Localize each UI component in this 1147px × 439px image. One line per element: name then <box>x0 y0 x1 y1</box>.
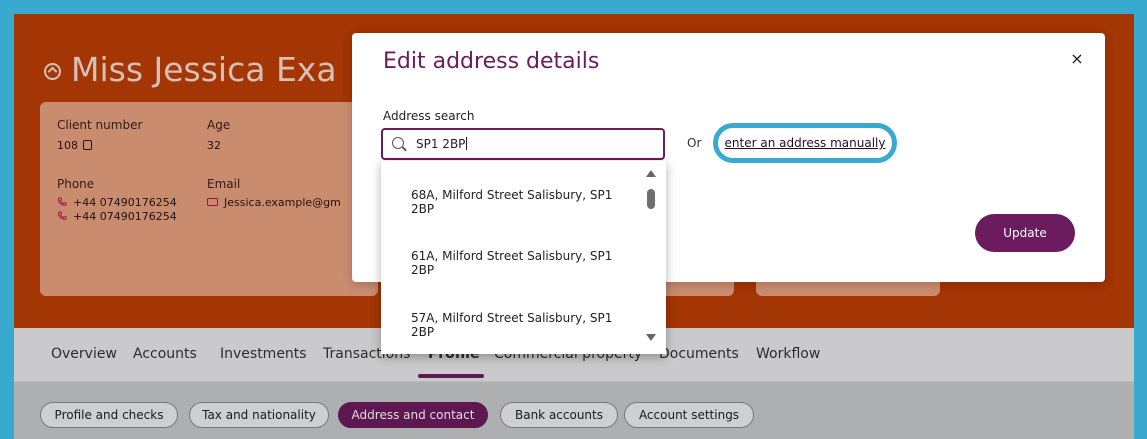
dialog-title: Edit address details <box>383 49 600 74</box>
or-separator: Or <box>687 136 702 150</box>
search-icon <box>392 137 404 149</box>
scroll-up-arrow-icon[interactable] <box>646 170 656 177</box>
enter-address-manually-link[interactable]: enter an address manually <box>713 123 897 163</box>
update-button[interactable]: Update <box>975 214 1075 252</box>
close-button[interactable]: × <box>1067 49 1087 69</box>
search-input-value: SP1 2BP <box>416 137 468 151</box>
address-search-label: Address search <box>383 109 475 123</box>
scrollbar-thumb[interactable] <box>647 189 655 209</box>
app-frame: Miss Jessica Exa Client number 108 Age 3… <box>14 14 1134 439</box>
address-results-dropdown: 68A, Milford Street Salisbury, SP1 2BP 6… <box>381 161 666 354</box>
address-result-item[interactable]: 68A, Milford Street Salisbury, SP1 2BP <box>411 188 631 216</box>
address-search-input[interactable]: SP1 2BP <box>381 128 665 160</box>
address-result-item[interactable]: 61A, Milford Street Salisbury, SP1 2BP <box>411 249 631 277</box>
text-caret <box>466 137 468 150</box>
scroll-down-arrow-icon[interactable] <box>646 334 656 341</box>
address-result-item[interactable]: 57A, Milford Street Salisbury, SP1 2BP <box>411 311 631 339</box>
